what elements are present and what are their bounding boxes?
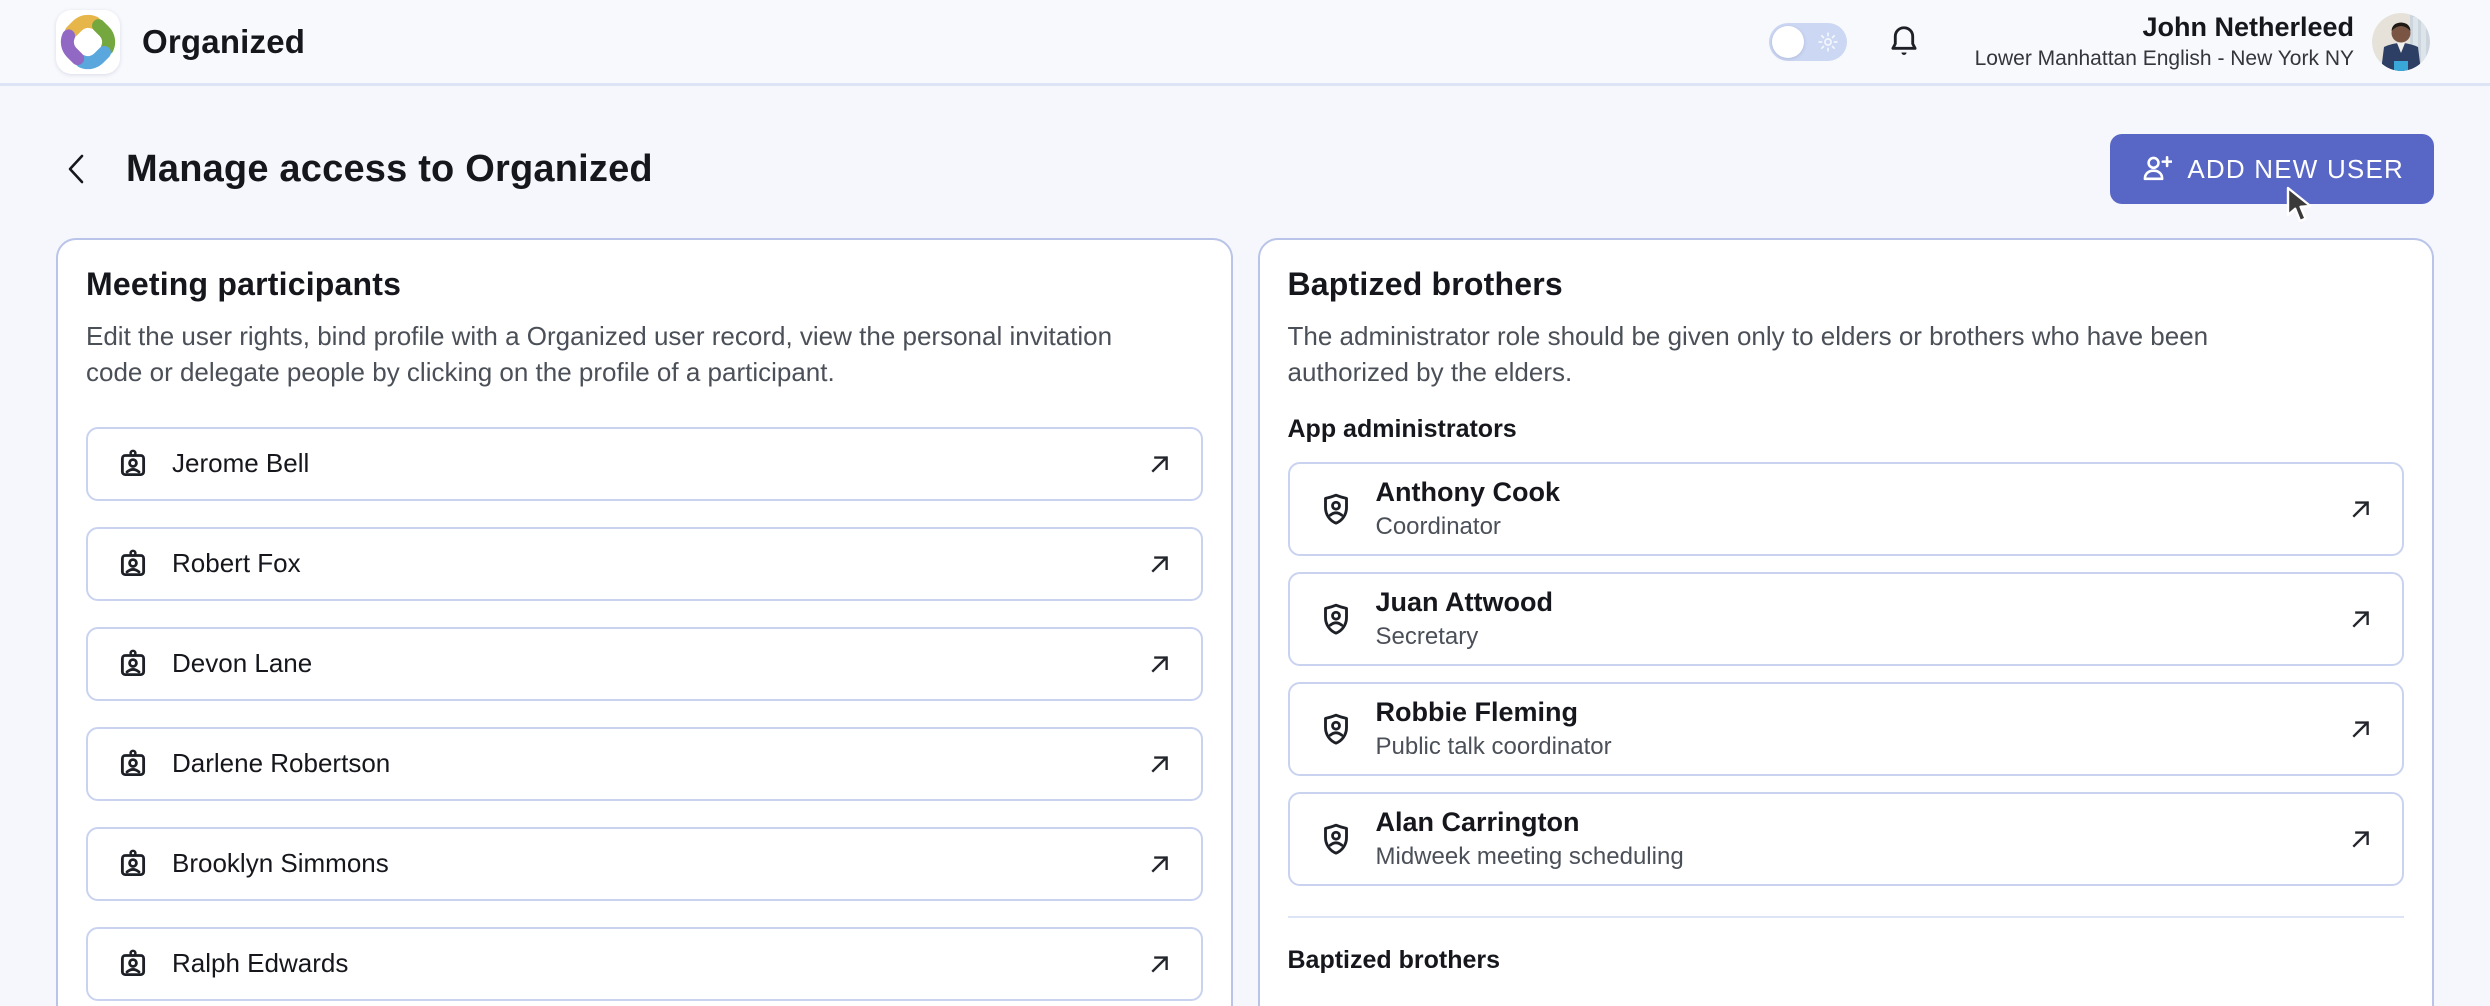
administrator-text: Robbie Fleming Public talk coordinator <box>1376 697 1612 761</box>
bell-icon <box>1885 23 1923 61</box>
meeting-participants-description: Edit the user rights, bind profile with … <box>86 319 1131 391</box>
shield-person-icon <box>1318 491 1354 527</box>
page-title-row: Manage access to Organized ADD NEW USER <box>0 134 2490 204</box>
open-profile-button[interactable] <box>1145 649 1175 679</box>
open-profile-button[interactable] <box>1145 749 1175 779</box>
open-profile-button[interactable] <box>1145 449 1175 479</box>
sun-icon <box>1818 32 1838 52</box>
participant-row[interactable]: Ralph Edwards <box>86 927 1203 1001</box>
participant-name: Ralph Edwards <box>172 948 348 979</box>
participant-name: Jerome Bell <box>172 448 309 479</box>
administrator-name: Alan Carrington <box>1376 807 1684 838</box>
meeting-participants-title: Meeting participants <box>86 266 1203 303</box>
user-congregation: Lower Manhattan English - New York NY <box>1975 47 2354 71</box>
open-profile-button[interactable] <box>1145 949 1175 979</box>
open-profile-button[interactable] <box>2346 494 2376 524</box>
administrator-role: Secretary <box>1376 623 1553 651</box>
participant-row[interactable]: Darlene Robertson <box>86 727 1203 801</box>
participant-row[interactable]: Robert Fox <box>86 527 1203 601</box>
shield-person-icon <box>1318 821 1354 857</box>
administrator-name: Anthony Cook <box>1376 477 1560 508</box>
content-panels: Meeting participants Edit the user right… <box>0 238 2490 1006</box>
app-header: Organized John Netherleed Lower <box>0 0 2490 86</box>
administrator-row[interactable]: Robbie Fleming Public talk coordinator <box>1288 682 2405 776</box>
arrow-outward-icon <box>1145 549 1175 579</box>
administrator-row[interactable]: Anthony Cook Coordinator <box>1288 462 2405 556</box>
app-administrators-label: App administrators <box>1288 415 2405 444</box>
baptized-brothers-title: Baptized brothers <box>1288 266 2405 303</box>
section-divider <box>1288 916 2405 918</box>
arrow-outward-icon <box>1145 949 1175 979</box>
arrow-outward-icon <box>1145 749 1175 779</box>
page-title: Manage access to Organized <box>126 148 653 191</box>
baptized-brothers-panel: Baptized brothers The administrator role… <box>1258 238 2435 1006</box>
participant-name: Devon Lane <box>172 648 312 679</box>
header-right-group: John Netherleed Lower Manhattan English … <box>1769 12 2430 71</box>
administrator-row[interactable]: Alan Carrington Midweek meeting scheduli… <box>1288 792 2405 886</box>
app-name: Organized <box>142 23 305 61</box>
open-profile-button[interactable] <box>2346 824 2376 854</box>
administrator-role: Public talk coordinator <box>1376 733 1612 761</box>
contact-badge-icon <box>116 447 150 481</box>
open-profile-button[interactable] <box>2346 604 2376 634</box>
participant-name: Darlene Robertson <box>172 748 390 779</box>
avatar-image <box>2372 13 2430 71</box>
arrow-outward-icon <box>2346 824 2376 854</box>
baptized-brothers-group-label: Baptized brothers <box>1288 946 2405 975</box>
shield-person-icon <box>1318 601 1354 637</box>
organized-logo-icon <box>56 10 120 74</box>
administrator-list: Anthony Cook Coordinator <box>1288 462 2405 886</box>
arrow-outward-icon <box>2346 604 2376 634</box>
open-profile-button[interactable] <box>1145 849 1175 879</box>
contact-badge-icon <box>116 647 150 681</box>
user-name: John Netherleed <box>1975 12 2354 43</box>
administrator-name: Robbie Fleming <box>1376 697 1612 728</box>
back-button[interactable] <box>56 146 98 192</box>
administrator-role: Midweek meeting scheduling <box>1376 843 1684 871</box>
contact-badge-icon <box>116 747 150 781</box>
avatar[interactable] <box>2372 13 2430 71</box>
theme-toggle[interactable] <box>1769 23 1847 61</box>
administrator-name: Juan Attwood <box>1376 587 1553 618</box>
arrow-outward-icon <box>2346 714 2376 744</box>
participant-name: Robert Fox <box>172 548 301 579</box>
participant-row[interactable]: Devon Lane <box>86 627 1203 701</box>
arrow-outward-icon <box>2346 494 2376 524</box>
contact-badge-icon <box>116 547 150 581</box>
user-info[interactable]: John Netherleed Lower Manhattan English … <box>1975 12 2354 71</box>
contact-badge-icon <box>116 847 150 881</box>
shield-person-icon <box>1318 711 1354 747</box>
administrator-role: Coordinator <box>1376 513 1560 541</box>
participant-row[interactable]: Jerome Bell <box>86 427 1203 501</box>
open-profile-button[interactable] <box>1145 549 1175 579</box>
person-add-icon <box>2140 153 2172 185</box>
toggle-knob <box>1772 26 1804 58</box>
meeting-participants-panel: Meeting participants Edit the user right… <box>56 238 1233 1006</box>
administrator-text: Alan Carrington Midweek meeting scheduli… <box>1376 807 1684 871</box>
add-new-user-label: ADD NEW USER <box>2187 154 2404 185</box>
participant-list: Jerome Bell Robert Fox <box>86 427 1203 1001</box>
add-new-user-button[interactable]: ADD NEW USER <box>2110 134 2434 204</box>
participant-row[interactable]: Brooklyn Simmons <box>86 827 1203 901</box>
arrow-outward-icon <box>1145 849 1175 879</box>
notifications-button[interactable] <box>1885 23 1923 61</box>
contact-badge-icon <box>116 947 150 981</box>
administrator-text: Anthony Cook Coordinator <box>1376 477 1560 541</box>
baptized-brothers-description: The administrator role should be given o… <box>1288 319 2333 391</box>
chevron-left-icon <box>62 152 92 186</box>
participant-name: Brooklyn Simmons <box>172 848 389 879</box>
arrow-outward-icon <box>1145 449 1175 479</box>
administrator-row[interactable]: Juan Attwood Secretary <box>1288 572 2405 666</box>
arrow-outward-icon <box>1145 649 1175 679</box>
administrator-text: Juan Attwood Secretary <box>1376 587 1553 651</box>
open-profile-button[interactable] <box>2346 714 2376 744</box>
